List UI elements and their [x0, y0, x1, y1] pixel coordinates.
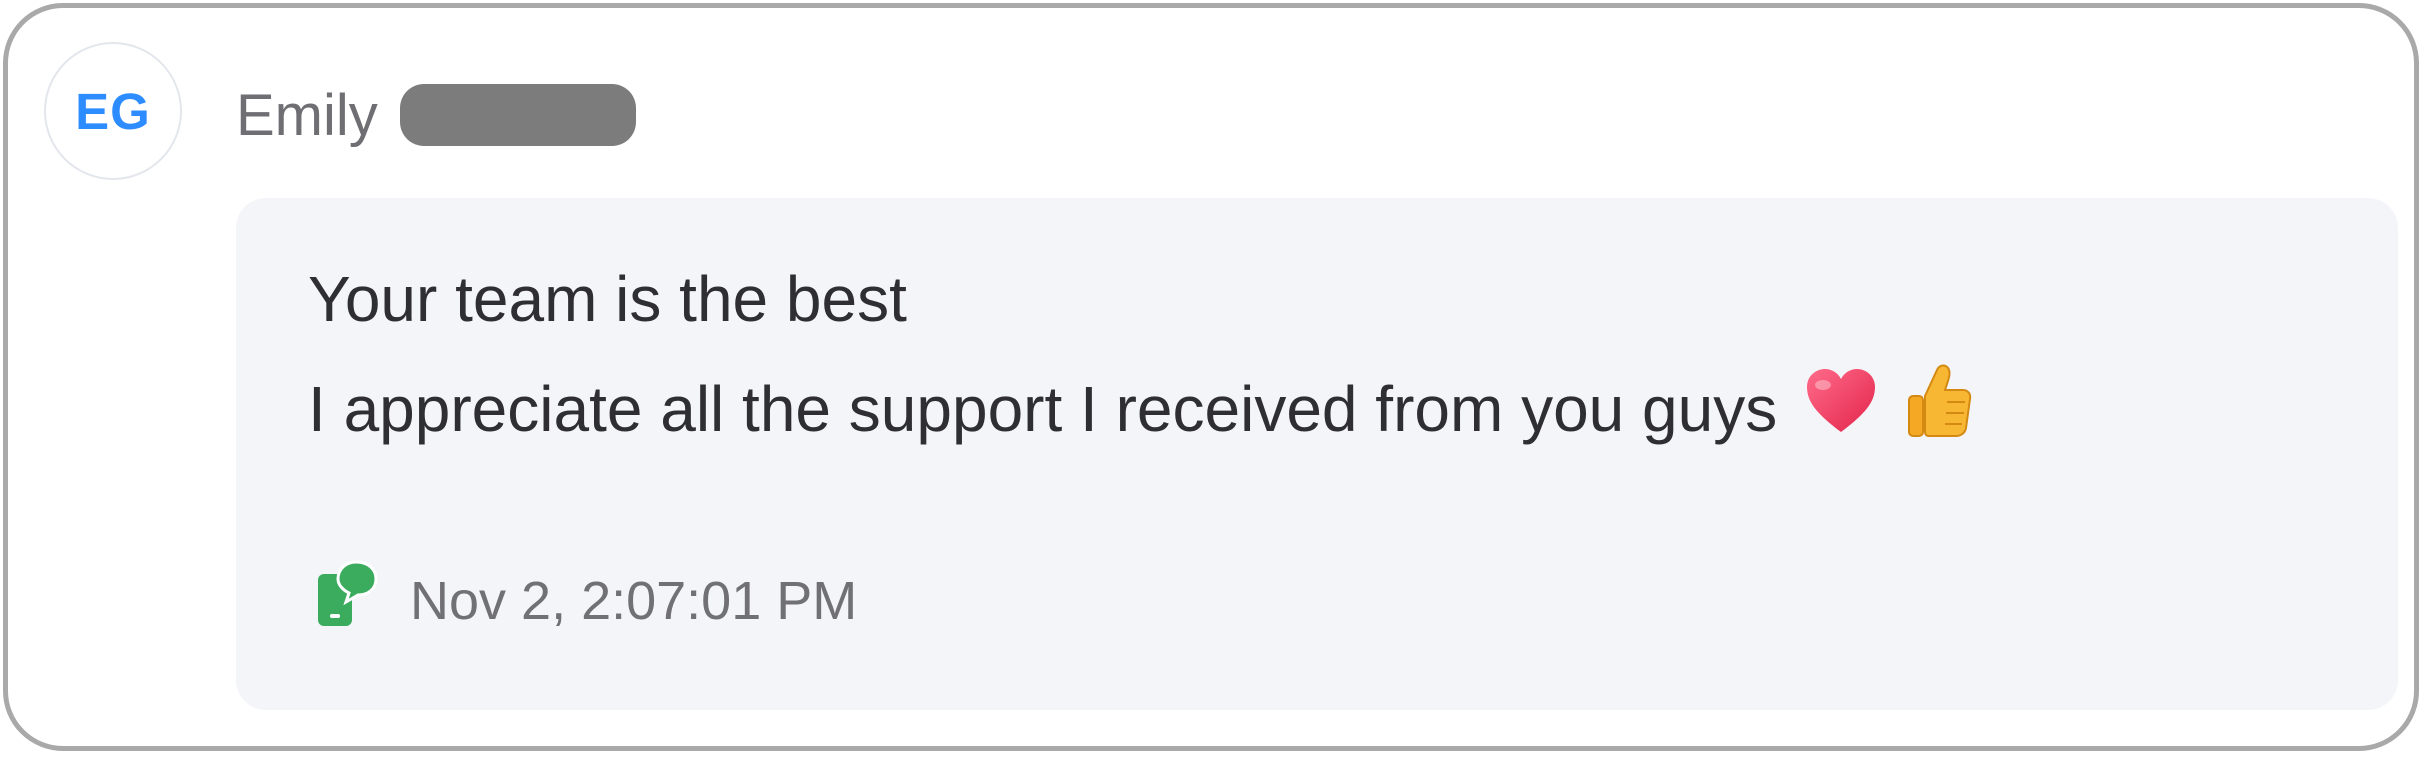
message-line-1: Your team is the best: [308, 263, 907, 335]
heart-icon: [1803, 366, 1879, 451]
message-meta: Nov 2, 2:07:01 PM: [316, 556, 857, 632]
avatar[interactable]: EG: [44, 42, 182, 180]
message-line-2-row: I appreciate all the support I received …: [308, 362, 1973, 455]
sms-phone-chat-icon: [316, 560, 378, 628]
message-bubble: Your team is the best I appreciate all t…: [236, 198, 2398, 710]
message-timestamp: Nov 2, 2:07:01 PM: [410, 571, 858, 631]
avatar-initials: EG: [75, 82, 151, 140]
message-line-2: I appreciate all the support I received …: [308, 372, 1778, 445]
message-card: EG Emily Your team is the best I appreci…: [3, 3, 2419, 751]
redacted-surname: [399, 84, 636, 146]
sender-name: Emily: [236, 82, 378, 148]
sender-header: Emily: [236, 70, 636, 160]
thumbs-up-icon: [1905, 362, 1973, 455]
